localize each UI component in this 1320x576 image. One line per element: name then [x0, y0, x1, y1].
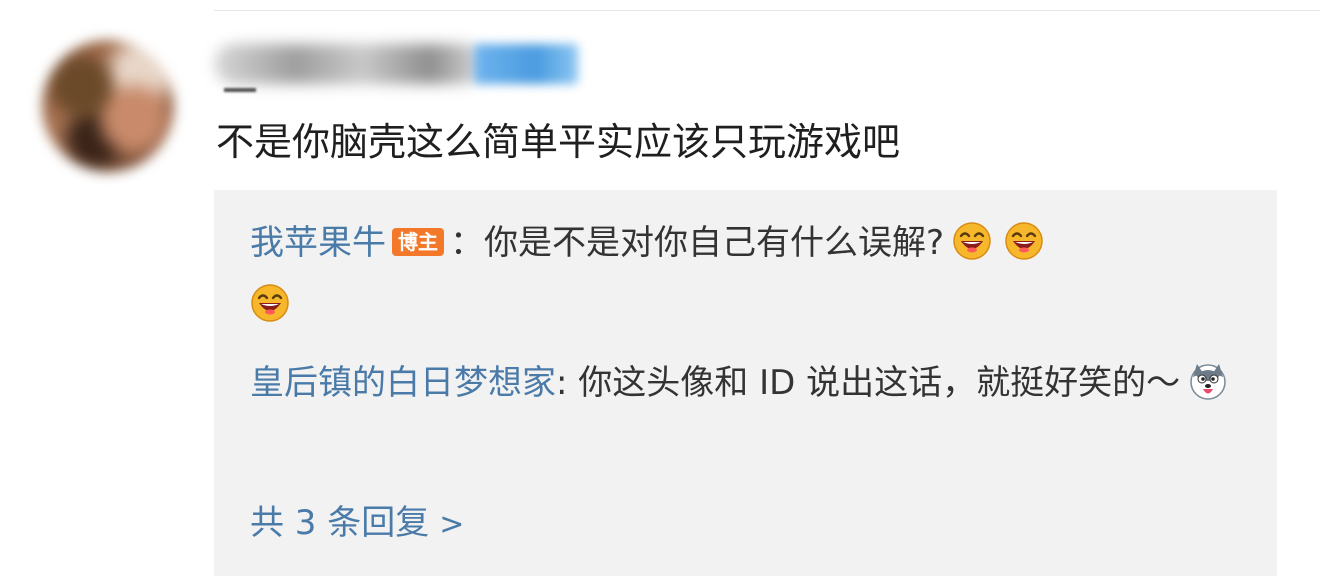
- reply-text: 你这头像和 ID 说出这话，就挺好笑的～: [578, 363, 1181, 403]
- reply-author[interactable]: 皇后镇的白日梦想家: [250, 363, 556, 403]
- reply-box: 我苹果牛 博主 ：你是不是对你自己有什么误解? 皇后镇的白日梦想家: 你这头像和…: [214, 190, 1277, 576]
- reply-separator: :: [556, 363, 579, 403]
- laughing-face-icon: [1005, 221, 1043, 260]
- reply-item: 我苹果牛 博主 ：你是不是对你自己有什么误解?: [250, 212, 1237, 336]
- laughing-face-icon: [953, 221, 991, 260]
- reply-author[interactable]: 我苹果牛: [250, 223, 386, 263]
- username-blurred[interactable]: [214, 40, 578, 88]
- user-badge-redacted: [474, 44, 578, 84]
- divider: [214, 10, 1320, 11]
- comment-thread: 不是你脑壳这么简单平实应该只玩游戏吧 我苹果牛 博主 ：你是不是对你自己有什么误解?: [0, 0, 1320, 576]
- reply-text: 你是不是对你自己有什么误解?: [484, 223, 945, 263]
- reply-item: 皇后镇的白日梦想家: 你这头像和 ID 说出这话，就挺好笑的～: [250, 352, 1237, 414]
- more-replies-label: 共 3 条回复: [250, 503, 430, 543]
- comment-text: 不是你脑壳这么简单平实应该只玩游戏吧: [216, 120, 901, 164]
- blogger-badge: 博主: [392, 227, 444, 256]
- husky-dog-icon: [1190, 363, 1226, 400]
- username-mark: [224, 88, 256, 92]
- username-redacted: [214, 44, 484, 84]
- reply-separator: ：: [450, 223, 484, 263]
- laughing-face-icon: [251, 283, 289, 322]
- chevron-right-icon: >: [439, 507, 465, 542]
- view-more-replies-link[interactable]: 共 3 条回复 >: [250, 492, 464, 556]
- avatar[interactable]: [42, 40, 174, 172]
